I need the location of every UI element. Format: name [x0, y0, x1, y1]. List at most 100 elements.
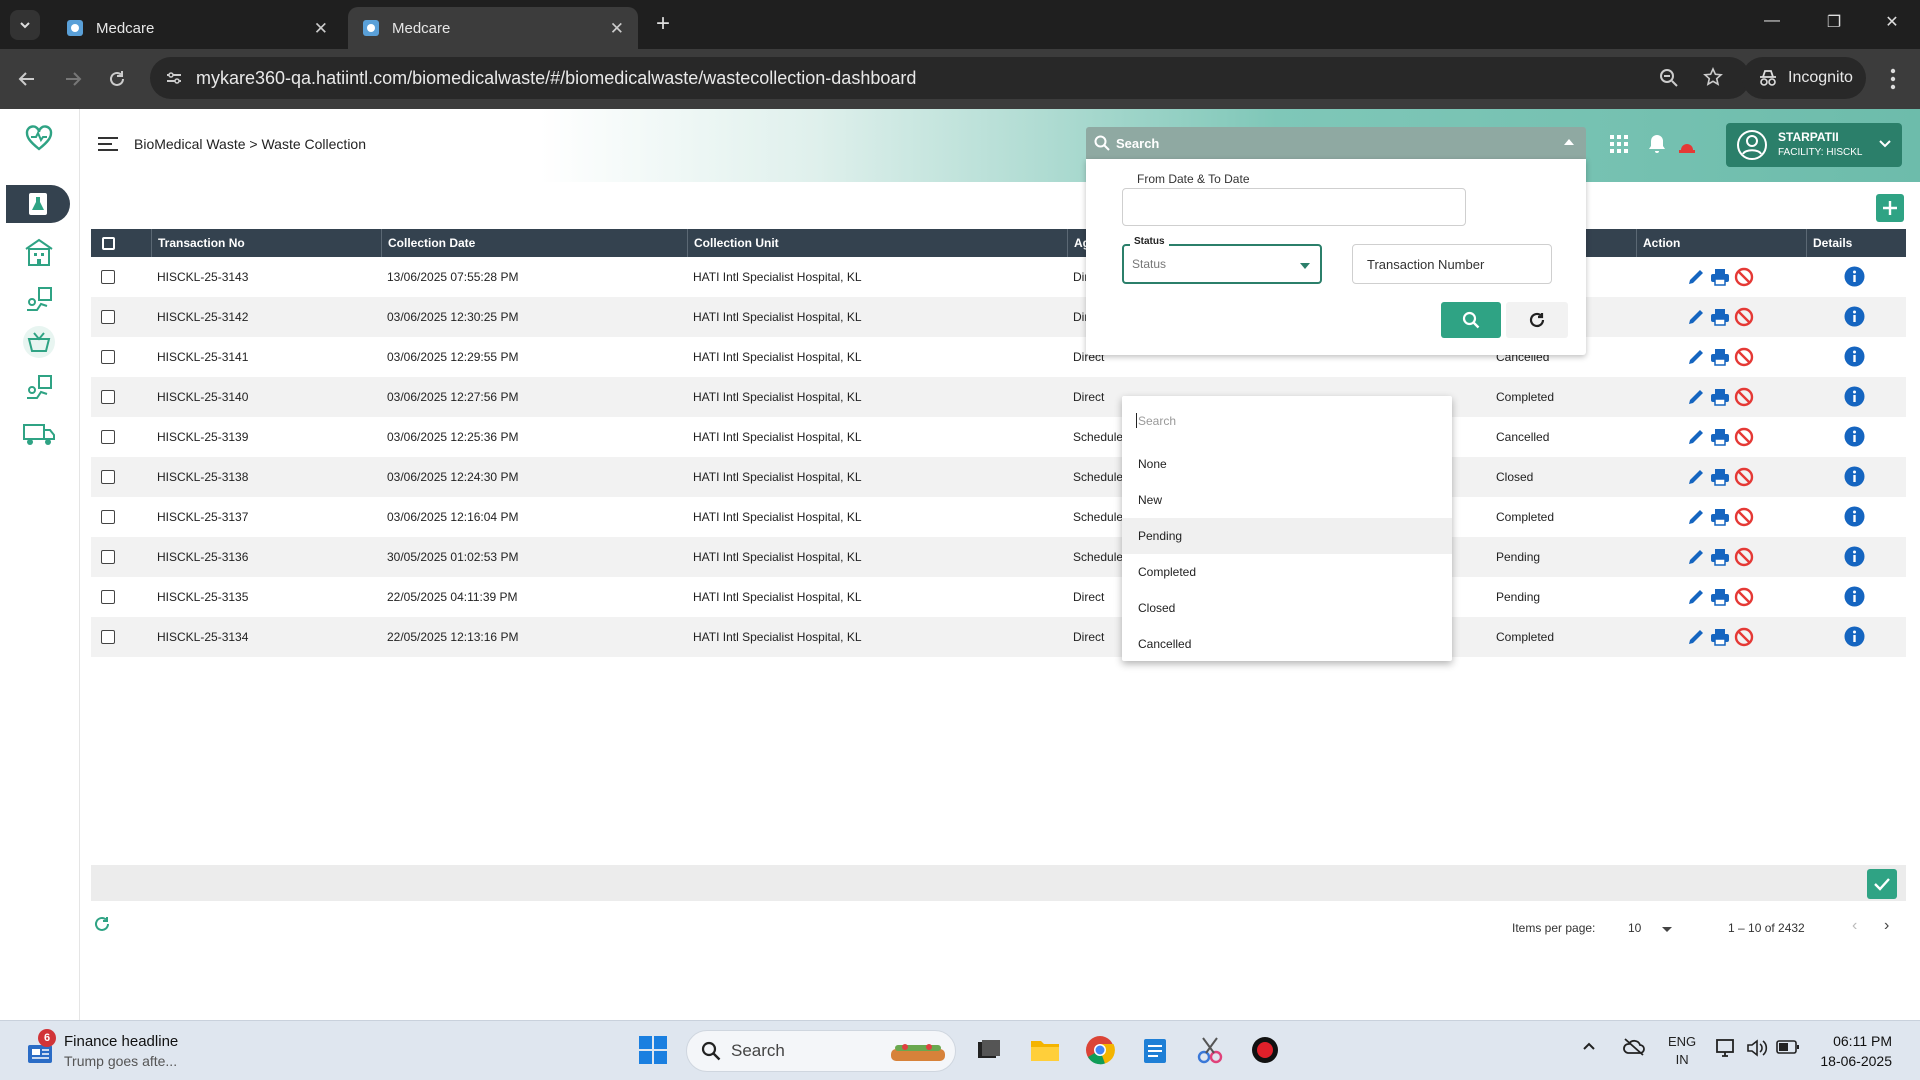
chrome-icon[interactable]: [1083, 1033, 1117, 1067]
page-size-select[interactable]: 10: [1628, 921, 1641, 935]
back-arrow-icon[interactable]: [14, 66, 40, 92]
site-settings-icon[interactable]: [164, 68, 184, 88]
edit-pencil-icon[interactable]: [1686, 387, 1706, 407]
edit-pencil-icon[interactable]: [1686, 547, 1706, 567]
table-row[interactable]: HISCKL-25-3142 03/06/2025 12:30:25 PM HATI…: [91, 297, 1906, 337]
edit-pencil-icon[interactable]: [1686, 307, 1706, 327]
cloud-offline-icon[interactable]: [1622, 1037, 1646, 1057]
notepad-icon[interactable]: [1138, 1033, 1172, 1067]
row-checkbox[interactable]: [101, 310, 115, 324]
details-info-icon[interactable]: [1844, 586, 1865, 607]
minimize-icon[interactable]: —: [1752, 12, 1792, 30]
alarm-icon[interactable]: [1676, 133, 1698, 155]
print-icon[interactable]: [1710, 347, 1730, 367]
sidebar-item-facility[interactable]: [14, 233, 64, 271]
table-row[interactable]: HISCKL-25-3143 13/06/2025 07:55:28 PM HATI…: [91, 257, 1906, 297]
col-transaction-no[interactable]: Transaction No: [151, 229, 381, 257]
tab-search-chevron-icon[interactable]: [10, 10, 40, 40]
print-icon[interactable]: [1710, 387, 1730, 407]
battery-icon[interactable]: [1776, 1039, 1800, 1055]
reload-icon[interactable]: [104, 66, 130, 92]
tab-close-icon[interactable]: ✕: [314, 19, 328, 39]
cancel-icon[interactable]: [1734, 547, 1754, 567]
confirm-button[interactable]: [1867, 869, 1897, 899]
reset-button[interactable]: [1506, 302, 1568, 338]
row-checkbox[interactable]: [101, 350, 115, 364]
transaction-number-input[interactable]: Transaction Number: [1352, 244, 1552, 284]
news-widget[interactable]: 6 Finance headline Trump goes afte...: [22, 1029, 242, 1075]
task-view-icon[interactable]: [972, 1033, 1006, 1067]
details-info-icon[interactable]: [1844, 546, 1865, 567]
status-option[interactable]: None: [1122, 446, 1452, 482]
row-checkbox[interactable]: [101, 270, 115, 284]
details-info-icon[interactable]: [1844, 506, 1865, 527]
new-tab-icon[interactable]: +: [650, 10, 676, 38]
table-row[interactable]: HISCKL-25-3134 22/05/2025 12:13:16 PM HATI…: [91, 617, 1906, 657]
details-info-icon[interactable]: [1844, 426, 1865, 447]
print-icon[interactable]: [1710, 587, 1730, 607]
edit-pencil-icon[interactable]: [1686, 347, 1706, 367]
status-option[interactable]: Completed: [1122, 554, 1452, 590]
table-row[interactable]: HISCKL-25-3139 03/06/2025 12:25:36 PM HATI…: [91, 417, 1906, 457]
cancel-icon[interactable]: [1734, 347, 1754, 367]
cancel-icon[interactable]: [1734, 627, 1754, 647]
details-info-icon[interactable]: [1844, 266, 1865, 287]
details-info-icon[interactable]: [1844, 466, 1865, 487]
next-page-icon[interactable]: ›: [1884, 917, 1889, 935]
prev-page-icon[interactable]: ‹: [1852, 917, 1857, 935]
forward-arrow-icon[interactable]: [60, 66, 86, 92]
apps-grid-icon[interactable]: [1608, 133, 1630, 155]
heart-logo-icon[interactable]: [14, 119, 64, 157]
taskbar-search[interactable]: Search: [686, 1030, 956, 1072]
sidebar-item-collection[interactable]: [14, 281, 64, 319]
edit-pencil-icon[interactable]: [1686, 427, 1706, 447]
language-indicator[interactable]: ENG IN: [1668, 1033, 1696, 1069]
print-icon[interactable]: [1710, 627, 1730, 647]
row-checkbox[interactable]: [101, 390, 115, 404]
cancel-icon[interactable]: [1734, 587, 1754, 607]
details-info-icon[interactable]: [1844, 306, 1865, 327]
details-info-icon[interactable]: [1844, 346, 1865, 367]
snipping-tool-icon[interactable]: [1193, 1033, 1227, 1067]
row-checkbox[interactable]: [101, 550, 115, 564]
row-checkbox[interactable]: [101, 630, 115, 644]
edit-pencil-icon[interactable]: [1686, 507, 1706, 527]
select-all-checkbox[interactable]: [102, 237, 115, 250]
menu-toggle-icon[interactable]: [97, 134, 119, 154]
sidebar-item-disposal[interactable]: [14, 369, 64, 407]
table-row[interactable]: HISCKL-25-3135 22/05/2025 04:11:39 PM HATI…: [91, 577, 1906, 617]
restore-icon[interactable]: ❐: [1814, 12, 1854, 32]
table-row[interactable]: HISCKL-25-3141 03/06/2025 12:29:55 PM HATI…: [91, 337, 1906, 377]
file-explorer-icon[interactable]: [1028, 1033, 1062, 1067]
row-checkbox[interactable]: [101, 510, 115, 524]
address-bar[interactable]: mykare360-qa.hatiintl.com/biomedicalwast…: [150, 57, 1750, 99]
cancel-icon[interactable]: [1734, 507, 1754, 527]
refresh-icon[interactable]: [93, 915, 111, 933]
table-row[interactable]: HISCKL-25-3140 03/06/2025 12:27:56 PM HATI…: [91, 377, 1906, 417]
details-info-icon[interactable]: [1844, 626, 1865, 647]
browser-tab-2[interactable]: Medcare ✕: [348, 7, 638, 49]
print-icon[interactable]: [1710, 427, 1730, 447]
screen-recorder-icon[interactable]: [1248, 1033, 1282, 1067]
row-checkbox[interactable]: [101, 470, 115, 484]
edit-pencil-icon[interactable]: [1686, 467, 1706, 487]
user-menu[interactable]: STARPATII FACILITY: HISCKL: [1726, 123, 1902, 167]
browser-menu-icon[interactable]: [1882, 65, 1904, 93]
windows-start-icon[interactable]: [636, 1033, 670, 1067]
table-row[interactable]: HISCKL-25-3138 03/06/2025 12:24:30 PM HATI…: [91, 457, 1906, 497]
date-range-input[interactable]: [1122, 188, 1466, 226]
incognito-badge[interactable]: Incognito: [1742, 57, 1866, 99]
tab-close-icon[interactable]: ✕: [610, 19, 624, 39]
add-collection-button[interactable]: [1876, 194, 1904, 222]
row-checkbox[interactable]: [101, 430, 115, 444]
display-icon[interactable]: [1716, 1038, 1738, 1058]
sidebar-item-biomedical[interactable]: [6, 185, 70, 223]
notification-bell-icon[interactable]: [1646, 133, 1668, 155]
status-option[interactable]: Pending: [1122, 518, 1452, 554]
print-icon[interactable]: [1710, 307, 1730, 327]
volume-icon[interactable]: [1746, 1038, 1768, 1058]
status-option[interactable]: Closed: [1122, 590, 1452, 626]
details-info-icon[interactable]: [1844, 386, 1865, 407]
window-close-icon[interactable]: ✕: [1872, 12, 1912, 32]
bookmark-star-icon[interactable]: [1702, 66, 1724, 88]
